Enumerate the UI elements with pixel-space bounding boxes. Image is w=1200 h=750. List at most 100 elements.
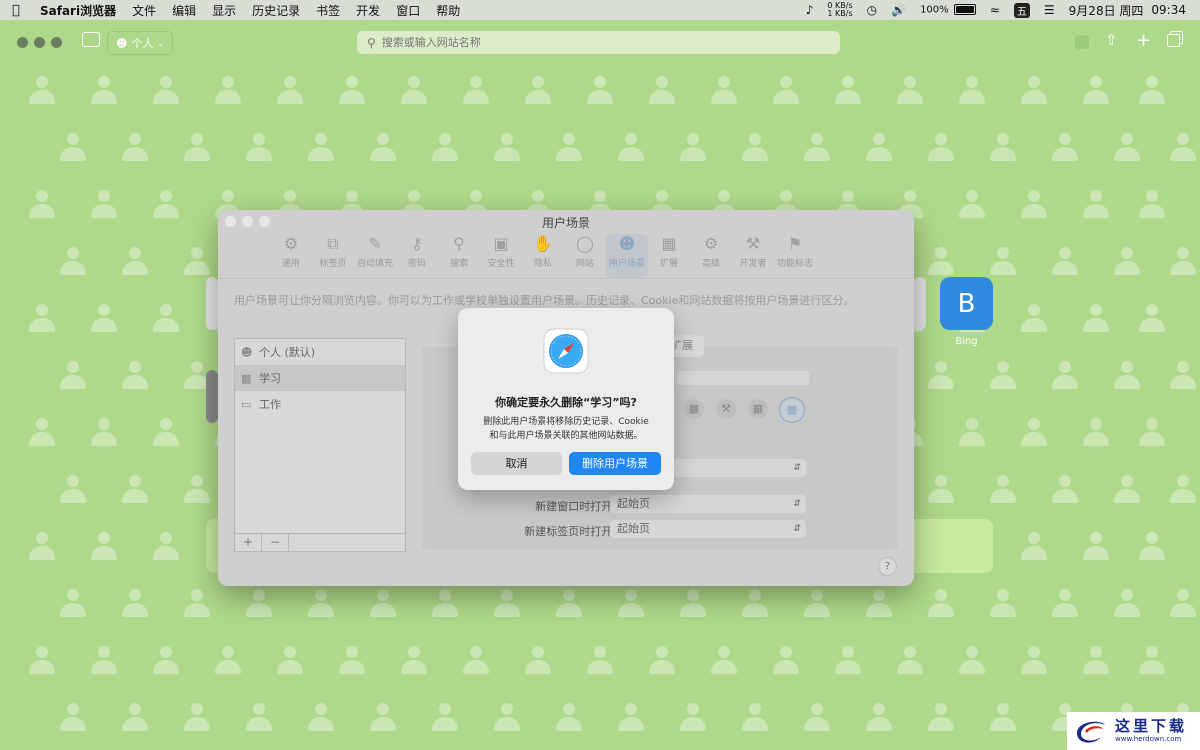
help-button[interactable]: ? (878, 557, 897, 576)
background-person-icon (58, 133, 88, 161)
share-icon[interactable]: ⇧ (1105, 31, 1118, 49)
tab-tabs[interactable]: ⧉ 标签页 (312, 234, 354, 278)
search-input[interactable] (379, 35, 824, 50)
profile-name-field[interactable] (677, 371, 809, 385)
window-close-button[interactable] (17, 37, 28, 48)
background-person-icon (213, 76, 243, 104)
tab-websites[interactable]: ◯ 网站 (564, 234, 606, 278)
tab-privacy[interactable]: ✋ 隐私 (522, 234, 564, 278)
briefcase-icon[interactable]: ▩ (684, 399, 704, 419)
tab-advanced[interactable]: ⚙ 高级 (690, 234, 732, 278)
control-center-icon[interactable]: ☰ (1044, 3, 1055, 17)
background-person-icon (926, 247, 956, 275)
tab-general[interactable]: ⚙ 通用 (270, 234, 312, 278)
background-person-icon (1112, 247, 1142, 275)
address-bar[interactable]: ⚲ (357, 31, 840, 54)
site-watermark: 这里下载 www.herdown.com (1067, 712, 1200, 750)
add-profile-button[interactable]: + (235, 534, 262, 551)
menu-develop[interactable]: 开发 (356, 2, 380, 19)
menu-bookmarks[interactable]: 书签 (316, 2, 340, 19)
hammer-icon[interactable]: ⚒ (716, 399, 736, 419)
background-person-icon (492, 133, 522, 161)
menu-view[interactable]: 显示 (212, 2, 236, 19)
favorite-tile[interactable] (914, 277, 926, 330)
profile-list: ☻ 个人 (默认) ▩ 学习 ▭ 工作 + − (234, 338, 406, 552)
background-person-icon (1050, 247, 1080, 275)
chevron-updown-icon: ⇵ (793, 463, 801, 473)
tab-search[interactable]: ⚲ 搜索 (438, 234, 480, 278)
time-machine-icon[interactable]: ◷ (867, 3, 877, 17)
sidebar-toggle-icon[interactable] (82, 32, 100, 47)
favorite-tile[interactable] (206, 370, 218, 423)
profile-list-item[interactable]: ▭ 工作 (235, 391, 405, 417)
tab-profiles[interactable]: ☻ 用户场景 (606, 234, 648, 278)
menu-help[interactable]: 帮助 (436, 2, 460, 19)
background-person-icon (926, 361, 956, 389)
profile-switcher[interactable]: ☻ 个人 ⌄ (107, 31, 174, 55)
favorite-tile[interactable] (206, 277, 218, 330)
background-person-icon (151, 190, 181, 218)
tab-autofill[interactable]: ✎ 自动填充 (354, 234, 396, 278)
background-person-icon (244, 589, 274, 617)
tab-feature-flags[interactable]: ⚑ 功能标志 (774, 234, 816, 278)
new-tab-select[interactable]: 起始页 ⇵ (610, 520, 806, 538)
delete-profile-button[interactable]: 删除用户场景 (569, 452, 661, 475)
profile-list-footer: + − (235, 533, 405, 551)
menubar-date[interactable]: 9月28日 周四 (1069, 2, 1144, 19)
background-person-icon (368, 589, 398, 617)
chevron-down-icon: ⌄ (157, 38, 165, 48)
tab-passwords[interactable]: ⚷ 密码 (396, 234, 438, 278)
new-tab-icon[interactable]: + (1136, 30, 1151, 51)
tab-extensions[interactable]: ▦ 扩展 (648, 234, 690, 278)
background-person-icon (27, 190, 57, 218)
search-icon: ⚲ (367, 35, 376, 50)
apple-menu-icon[interactable]:  (12, 3, 28, 18)
background-person-icon (1168, 361, 1198, 389)
background-person-icon (1137, 76, 1167, 104)
window-zoom-button[interactable] (51, 37, 62, 48)
background-person-icon (120, 133, 150, 161)
music-icon[interactable]: ♪ (806, 3, 814, 17)
background-person-icon (399, 76, 429, 104)
background-person-icon (802, 133, 832, 161)
cancel-button[interactable]: 取消 (471, 452, 562, 475)
background-person-icon (1019, 304, 1049, 332)
background-person-icon (492, 703, 522, 731)
menu-edit[interactable]: 编辑 (172, 2, 196, 19)
new-window-select[interactable]: 起始页 ⇵ (610, 495, 806, 513)
profile-name: 个人 (默认) (259, 346, 316, 359)
battery-status[interactable]: 100% (920, 4, 976, 16)
menu-app-name[interactable]: Safari浏览器 (40, 2, 116, 19)
building-icon[interactable]: ▦ (748, 399, 768, 419)
wifi-icon[interactable]: ≈ (990, 3, 1000, 17)
extension-icon[interactable] (1075, 35, 1089, 49)
tab-overview-icon[interactable] (1167, 34, 1180, 47)
menubar-time[interactable]: 09:34 (1151, 3, 1186, 17)
remove-profile-button[interactable]: − (262, 534, 289, 551)
tab-label: 隐私 (533, 259, 552, 269)
background-person-icon (1137, 304, 1167, 332)
window-minimize-button[interactable] (34, 37, 45, 48)
profile-list-item[interactable]: ▩ 学习 (235, 365, 405, 391)
background-person-icon (58, 247, 88, 275)
tab-developer[interactable]: ⚒ 开发者 (732, 234, 774, 278)
background-person-icon (182, 589, 212, 617)
input-method-icon[interactable]: 五 (1013, 2, 1030, 18)
background-person-icon (89, 190, 119, 218)
background-person-icon (678, 703, 708, 731)
chart-icon[interactable]: ▩ (779, 397, 805, 423)
menu-history[interactable]: 历史记录 (252, 2, 300, 19)
tab-label: 通用 (281, 259, 300, 269)
menu-window[interactable]: 窗口 (396, 2, 420, 19)
background-person-icon (1050, 589, 1080, 617)
background-person-icon (58, 589, 88, 617)
profile-list-item[interactable]: ☻ 个人 (默认) (235, 339, 405, 365)
background-person-icon (1168, 589, 1198, 617)
background-person-icon (1050, 133, 1080, 161)
volume-icon[interactable]: 🔊 (891, 3, 906, 17)
tab-security[interactable]: ▣ 安全性 (480, 234, 522, 278)
background-person-icon (27, 304, 57, 332)
background-person-icon (554, 133, 584, 161)
menu-file[interactable]: 文件 (132, 2, 156, 19)
bing-favorite-tile[interactable]: B (940, 277, 993, 330)
